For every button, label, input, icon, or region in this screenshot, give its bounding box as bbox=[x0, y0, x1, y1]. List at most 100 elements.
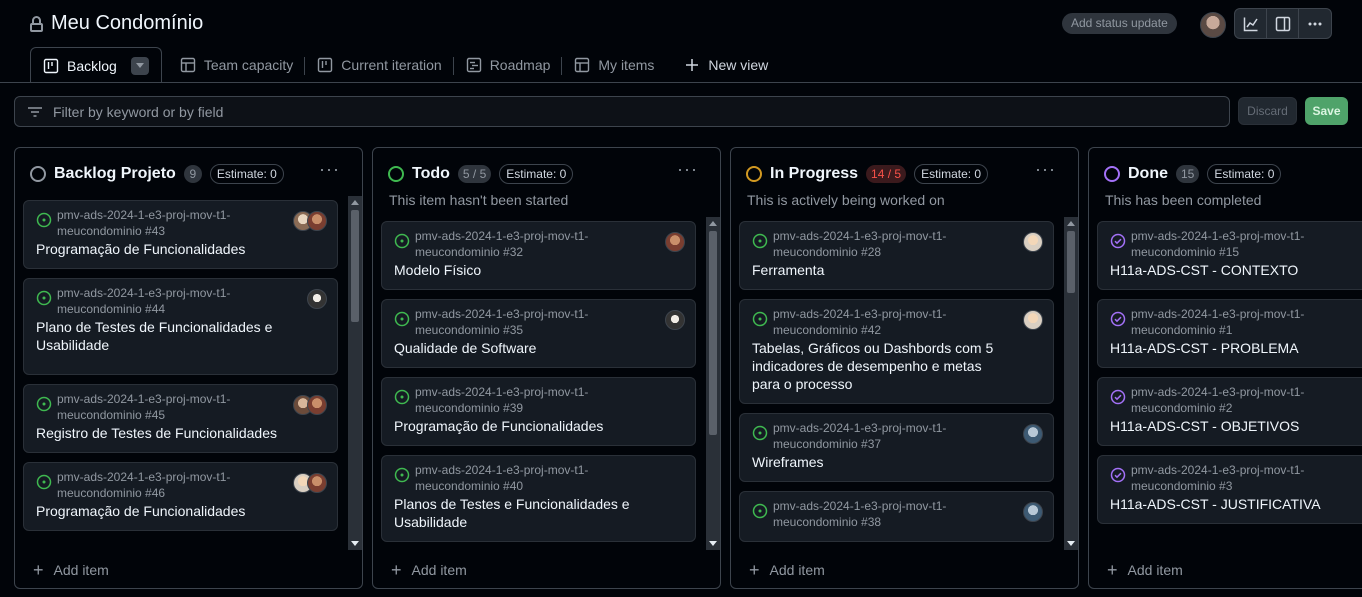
card-repo: pmv-ads-2024-1-e3-proj-mov-t1- bbox=[773, 229, 947, 243]
tab-current-iteration[interactable]: Current iteration bbox=[305, 47, 454, 83]
item-count: 14 / 5 bbox=[866, 165, 907, 183]
card-title[interactable]: Programação de Funcionalidades bbox=[394, 417, 655, 435]
estimate-badge: Estimate: 0 bbox=[209, 164, 284, 184]
card-title[interactable]: Wireframes bbox=[752, 453, 1013, 471]
column-menu-icon[interactable]: ··· bbox=[1035, 160, 1056, 178]
issue-open-icon bbox=[394, 467, 410, 483]
scrollbar[interactable] bbox=[1064, 217, 1078, 550]
list-item[interactable]: pmv-ads-2024-1-e3-proj-mov-t1- meucondomi… bbox=[381, 221, 696, 290]
list-item[interactable]: pmv-ads-2024-1-e3-proj-mov-t1- meucondomi… bbox=[381, 377, 696, 446]
add-item-button[interactable]: + Add item bbox=[1107, 560, 1183, 580]
tab-roadmap[interactable]: Roadmap bbox=[454, 47, 563, 83]
column-description: This is actively being worked on bbox=[747, 192, 945, 208]
side-panel-button[interactable] bbox=[1267, 9, 1299, 38]
triangle-down-icon bbox=[135, 63, 144, 68]
card-title[interactable]: H11a-ADS-CST - CONTEXTO bbox=[1110, 261, 1362, 279]
avatar[interactable] bbox=[665, 310, 685, 330]
card-title[interactable]: Planos de Testes e Funcionalidades e Usa… bbox=[394, 495, 655, 531]
add-status-update-button[interactable]: Add status update bbox=[1062, 13, 1177, 34]
estimate-badge: Estimate: 0 bbox=[1207, 164, 1282, 184]
insights-button[interactable] bbox=[1235, 9, 1267, 38]
discard-button[interactable]: Discard bbox=[1238, 97, 1297, 125]
card-title[interactable]: Modelo Físico bbox=[394, 261, 655, 279]
avatar[interactable] bbox=[1023, 502, 1043, 522]
card-ref: meucondominio #28 bbox=[773, 245, 882, 259]
column-done: Done 15 Estimate: 0 This has been comple… bbox=[1088, 147, 1362, 589]
list-item[interactable]: pmv-ads-2024-1-e3-proj-mov-t1- meucondomi… bbox=[739, 221, 1054, 290]
card-ref: meucondominio #39 bbox=[415, 401, 524, 415]
card-title[interactable]: Programação de Funcionalidades bbox=[36, 240, 297, 258]
list-item[interactable]: pmv-ads-2024-1-e3-proj-mov-t1- meucondomi… bbox=[23, 200, 338, 269]
tab-my-items[interactable]: My items bbox=[562, 47, 666, 83]
list-item[interactable]: pmv-ads-2024-1-e3-proj-mov-t1- meucondomi… bbox=[739, 299, 1054, 404]
card-repo: pmv-ads-2024-1-e3-proj-mov-t1- bbox=[415, 307, 589, 321]
add-item-button[interactable]: + Add item bbox=[33, 560, 109, 580]
list-item[interactable]: pmv-ads-2024-1-e3-proj-mov-t1- meucondomi… bbox=[381, 455, 696, 542]
list-item[interactable]: pmv-ads-2024-1-e3-proj-mov-t1- meucondomi… bbox=[23, 278, 338, 375]
column-menu-icon[interactable]: ··· bbox=[677, 160, 698, 178]
card-title[interactable]: Tabelas, Gráficos ou Dashbords com 5 ind… bbox=[752, 339, 1013, 393]
card-repo: pmv-ads-2024-1-e3-proj-mov-t1- bbox=[773, 307, 947, 321]
filter-input[interactable]: Filter by keyword or by field bbox=[14, 96, 1230, 127]
card-title[interactable]: Ferramenta bbox=[752, 261, 1013, 279]
avatar[interactable] bbox=[307, 211, 327, 231]
list-item[interactable]: pmv-ads-2024-1-e3-proj-mov-t1- meucondomi… bbox=[23, 462, 338, 531]
status-circle-icon bbox=[30, 166, 46, 182]
add-item-label: Add item bbox=[1127, 562, 1183, 578]
list-item[interactable]: pmv-ads-2024-1-e3-proj-mov-t1- meucondomi… bbox=[1097, 221, 1362, 290]
add-item-button[interactable]: + Add item bbox=[749, 561, 825, 579]
project-header: Meu Condomínio Add status update bbox=[0, 0, 1362, 48]
card-title[interactable]: Plano de Testes de Funcionalidades e Usa… bbox=[36, 318, 297, 364]
card-ref: meucondominio #42 bbox=[773, 323, 882, 337]
plus-icon: + bbox=[33, 560, 44, 580]
card-title[interactable]: Qualidade de Software bbox=[394, 339, 655, 357]
list-item[interactable]: pmv-ads-2024-1-e3-proj-mov-t1- meucondomi… bbox=[739, 491, 1054, 542]
list-item[interactable]: pmv-ads-2024-1-e3-proj-mov-t1- meucondomi… bbox=[1097, 455, 1362, 524]
tab-team-capacity[interactable]: Team capacity bbox=[168, 47, 306, 83]
avatar[interactable] bbox=[307, 289, 327, 309]
column-header: In Progress 14 / 5 Estimate: 0 bbox=[746, 164, 989, 184]
list-item[interactable]: pmv-ads-2024-1-e3-proj-mov-t1- meucondomi… bbox=[23, 384, 338, 453]
more-options-button[interactable] bbox=[1299, 9, 1331, 38]
plus-icon: + bbox=[1107, 560, 1118, 580]
new-view-button[interactable]: New view bbox=[672, 47, 780, 83]
tab-options-button[interactable] bbox=[130, 56, 149, 75]
card-title[interactable]: Programação de Funcionalidades bbox=[36, 502, 297, 520]
avatar[interactable] bbox=[1200, 12, 1226, 38]
assignees bbox=[1023, 232, 1043, 252]
issue-open-icon bbox=[394, 311, 410, 327]
card-repo: pmv-ads-2024-1-e3-proj-mov-t1- bbox=[1131, 463, 1305, 477]
graph-icon bbox=[1243, 17, 1258, 31]
avatar[interactable] bbox=[307, 395, 327, 415]
save-button[interactable]: Save bbox=[1305, 97, 1348, 125]
issue-open-icon bbox=[752, 503, 768, 519]
card-repo: pmv-ads-2024-1-e3-proj-mov-t1- bbox=[415, 385, 589, 399]
issue-closed-icon bbox=[1110, 389, 1126, 405]
list-item[interactable]: pmv-ads-2024-1-e3-proj-mov-t1- meucondomi… bbox=[1097, 377, 1362, 446]
card-repo: pmv-ads-2024-1-e3-proj-mov-t1- bbox=[415, 229, 589, 243]
card-title[interactable]: H11a-ADS-CST - OBJETIVOS bbox=[1110, 417, 1362, 435]
list-item[interactable]: pmv-ads-2024-1-e3-proj-mov-t1- meucondomi… bbox=[1097, 299, 1362, 368]
card-title[interactable]: H11a-ADS-CST - JUSTIFICATIVA bbox=[1110, 495, 1362, 513]
card-title[interactable]: H11a-ADS-CST - PROBLEMA bbox=[1110, 339, 1362, 357]
scrollbar[interactable] bbox=[706, 217, 720, 550]
column-description: This has been completed bbox=[1105, 192, 1262, 208]
list-item[interactable]: pmv-ads-2024-1-e3-proj-mov-t1- meucondomi… bbox=[739, 413, 1054, 482]
avatar[interactable] bbox=[665, 232, 685, 252]
avatar[interactable] bbox=[1023, 310, 1043, 330]
column-in-progress: In Progress 14 / 5 Estimate: 0 ··· This … bbox=[730, 147, 1079, 589]
scrollbar[interactable] bbox=[348, 196, 362, 550]
card-repo: pmv-ads-2024-1-e3-proj-mov-t1- bbox=[773, 421, 947, 435]
column-backlog-projeto: Backlog Projeto 9 Estimate: 0 ··· pmv-ad… bbox=[14, 147, 363, 589]
column-menu-icon[interactable]: ··· bbox=[319, 160, 340, 178]
estimate-badge: Estimate: 0 bbox=[914, 164, 989, 184]
avatar[interactable] bbox=[1023, 424, 1043, 444]
card-ref: meucondominio #15 bbox=[1131, 245, 1240, 259]
card-title[interactable]: Registro de Testes de Funcionalidades bbox=[36, 424, 297, 442]
tab-label: Team capacity bbox=[203, 57, 294, 73]
add-item-button[interactable]: + Add item bbox=[391, 561, 467, 579]
avatar[interactable] bbox=[1023, 232, 1043, 252]
list-item[interactable]: pmv-ads-2024-1-e3-proj-mov-t1- meucondomi… bbox=[381, 299, 696, 368]
avatar[interactable] bbox=[307, 473, 327, 493]
tab-backlog[interactable]: Backlog bbox=[30, 47, 162, 83]
